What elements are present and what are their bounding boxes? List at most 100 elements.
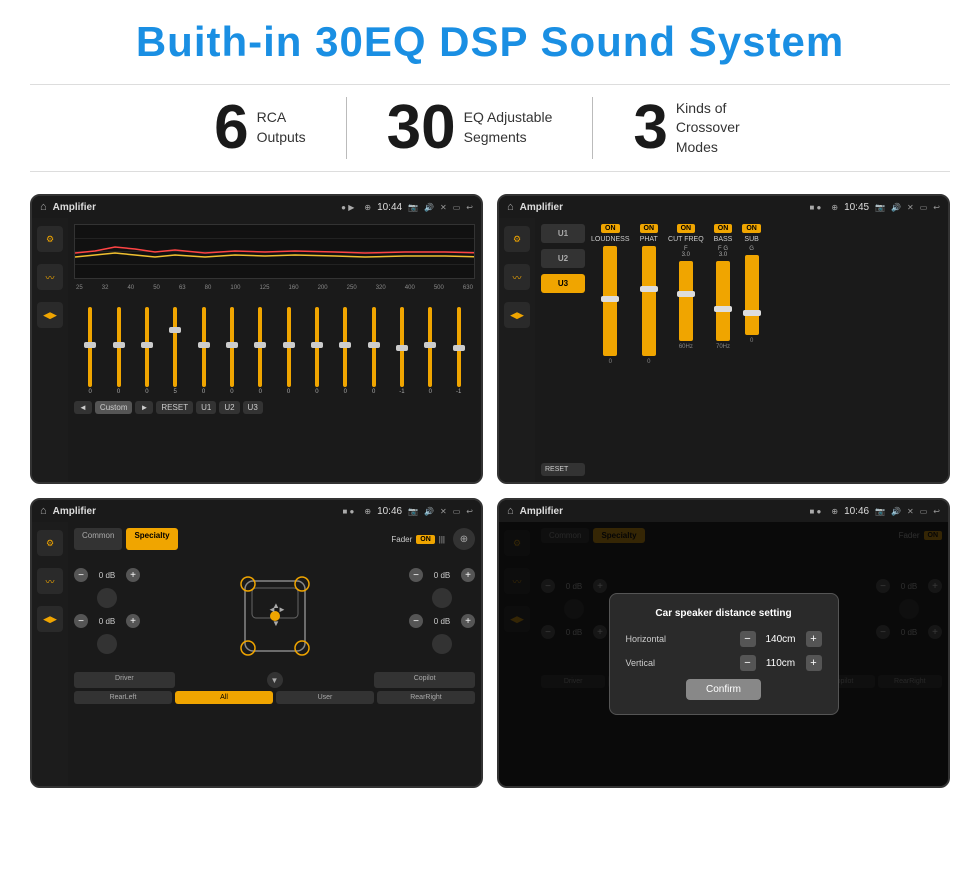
fader-bars-icon: ||| bbox=[439, 535, 445, 544]
plus-btn-2[interactable]: + bbox=[126, 614, 140, 628]
arrow-down-center: ▼ bbox=[178, 672, 372, 688]
fader-main-area: Common Specialty Fader ON ||| ⊕ bbox=[68, 522, 481, 786]
screen1-content: ⚙ 〰 ◀▶ bbox=[32, 218, 481, 482]
crossover-main-area: U1 U2 U3 RESET ON LOUDNESS bbox=[535, 218, 948, 482]
slider-8[interactable]: 0 bbox=[281, 307, 297, 395]
cv-bass-on[interactable]: ON bbox=[714, 224, 733, 233]
vol-icon-2: 🔊 bbox=[891, 203, 901, 212]
btn-driver[interactable]: Driver bbox=[74, 672, 175, 688]
slider-5[interactable]: 0 bbox=[196, 307, 212, 395]
btn-rearright[interactable]: RearRight bbox=[377, 691, 475, 704]
reset-btn-cv[interactable]: RESET bbox=[541, 413, 585, 476]
prev-btn[interactable]: ◄ bbox=[74, 401, 92, 414]
cv-bass-slider[interactable] bbox=[716, 261, 730, 341]
minus-btn-1[interactable]: − bbox=[74, 568, 88, 582]
cv-loudness-val: 0 bbox=[609, 359, 612, 365]
cv-phat-on[interactable]: ON bbox=[640, 224, 659, 233]
slider-10[interactable]: 0 bbox=[337, 307, 353, 395]
speaker-icon-right-1 bbox=[432, 588, 452, 608]
screens-grid: ⌂ Amplifier ● ▶ ⊕ 10:44 📷 🔊 ✕ ▭ ↩ ⚙ 〰 ◀▶ bbox=[30, 194, 950, 788]
horizontal-minus[interactable]: − bbox=[740, 631, 756, 647]
horizontal-plus[interactable]: + bbox=[806, 631, 822, 647]
sidebar-eq-btn-3[interactable]: ⚙ bbox=[37, 530, 63, 556]
fader-label: Fader bbox=[391, 535, 412, 544]
slider-7[interactable]: 0 bbox=[252, 307, 268, 395]
main-title: Buith-in 30EQ DSP Sound System bbox=[30, 18, 950, 66]
home-icon-3: ⌂ bbox=[40, 505, 47, 517]
cv-sub: ON SUB G 0 bbox=[742, 224, 761, 476]
plus-btn-3[interactable]: + bbox=[461, 568, 475, 582]
cv-phat-slider[interactable] bbox=[642, 246, 656, 356]
stat-number-6: 6 bbox=[214, 97, 248, 159]
vertical-minus[interactable]: − bbox=[740, 655, 756, 671]
btn-rearleft[interactable]: RearLeft bbox=[74, 691, 172, 704]
btn-copilot[interactable]: Copilot bbox=[374, 672, 475, 688]
minus-btn-4[interactable]: − bbox=[409, 614, 423, 628]
plus-btn-4[interactable]: + bbox=[461, 614, 475, 628]
sidebar-wave-btn-3[interactable]: 〰 bbox=[37, 568, 63, 594]
plus-btn-1[interactable]: + bbox=[126, 568, 140, 582]
btn-all[interactable]: All bbox=[175, 691, 273, 704]
slider-4[interactable]: 5 bbox=[167, 307, 183, 395]
batt-icon-2: ▭ bbox=[920, 203, 928, 212]
reset-btn-1[interactable]: RESET bbox=[156, 401, 193, 414]
play-btn[interactable]: ► bbox=[135, 401, 153, 414]
db-row-2: − 0 dB + bbox=[74, 614, 140, 628]
slider-14[interactable]: -1 bbox=[451, 307, 467, 395]
freq-labels: 2532405063 80100125160200 25032040050063… bbox=[74, 285, 475, 291]
svg-text:▲: ▲ bbox=[272, 601, 280, 610]
svg-text:▼: ▼ bbox=[272, 619, 280, 628]
sidebar-vol-btn-3[interactable]: ◀▶ bbox=[37, 606, 63, 632]
eq-curve-svg bbox=[75, 225, 474, 278]
stat-number-3: 3 bbox=[633, 97, 667, 159]
slider-12[interactable]: -1 bbox=[394, 307, 410, 395]
slider-6[interactable]: 0 bbox=[224, 307, 240, 395]
db-val-3: 0 dB bbox=[427, 571, 457, 580]
fader-body: − 0 dB + − 0 dB + bbox=[74, 556, 475, 666]
confirm-button[interactable]: Confirm bbox=[686, 679, 761, 700]
minus-btn-2[interactable]: − bbox=[74, 614, 88, 628]
sidebar-wave-btn[interactable]: 〰 bbox=[37, 264, 63, 290]
u1-btn-1[interactable]: U1 bbox=[196, 401, 216, 414]
cv-phat: ON PHAT 0 bbox=[640, 224, 659, 476]
slider-2[interactable]: 0 bbox=[111, 307, 127, 395]
preset-u3[interactable]: U3 bbox=[541, 274, 585, 293]
cv-phat-val: 0 bbox=[647, 359, 650, 365]
vertical-plus[interactable]: + bbox=[806, 655, 822, 671]
db-row-4: − 0 dB + bbox=[409, 614, 475, 628]
cv-sub-slider[interactable] bbox=[745, 255, 759, 335]
preset-u1[interactable]: U1 bbox=[541, 224, 585, 243]
sidebar-vol-btn[interactable]: ◀▶ bbox=[37, 302, 63, 328]
slider-11[interactable]: 0 bbox=[366, 307, 382, 395]
sidebar-wave-btn-2[interactable]: 〰 bbox=[504, 264, 530, 290]
slider-3[interactable]: 0 bbox=[139, 307, 155, 395]
minus-btn-3[interactable]: − bbox=[409, 568, 423, 582]
custom-btn[interactable]: Custom bbox=[95, 401, 133, 414]
cv-loudness-on[interactable]: ON bbox=[601, 224, 620, 233]
cv-cutfreq-slider[interactable] bbox=[679, 261, 693, 341]
sidebar-vol-btn-2[interactable]: ◀▶ bbox=[504, 302, 530, 328]
vol-icon-4: 🔊 bbox=[891, 507, 901, 516]
tab-specialty-3[interactable]: Specialty bbox=[126, 528, 177, 550]
sidebar-eq-btn-2[interactable]: ⚙ bbox=[504, 226, 530, 252]
cv-cutfreq-on[interactable]: ON bbox=[677, 224, 696, 233]
sidebar-eq-btn[interactable]: ⚙ bbox=[37, 226, 63, 252]
slider-9[interactable]: 0 bbox=[309, 307, 325, 395]
tab-common-3[interactable]: Common bbox=[74, 528, 122, 550]
dialog-horizontal-row: Horizontal − 140cm + bbox=[626, 631, 822, 647]
cv-loudness-slider[interactable] bbox=[603, 246, 617, 356]
settings-icon-3[interactable]: ⊕ bbox=[453, 528, 475, 550]
db-row-1: − 0 dB + bbox=[74, 568, 140, 582]
x-icon-1: ✕ bbox=[440, 203, 447, 212]
slider-track-1[interactable] bbox=[88, 307, 92, 387]
cv-sub-on[interactable]: ON bbox=[742, 224, 761, 233]
app-name-3: Amplifier bbox=[53, 506, 337, 517]
btn-user-3[interactable]: User bbox=[276, 691, 374, 704]
u3-btn-1[interactable]: U3 bbox=[243, 401, 263, 414]
slider-13[interactable]: 0 bbox=[422, 307, 438, 395]
fader-on-badge[interactable]: ON bbox=[416, 535, 435, 544]
slider-1[interactable]: 0 bbox=[82, 307, 98, 395]
u2-btn-1[interactable]: U2 bbox=[219, 401, 239, 414]
preset-u2[interactable]: U2 bbox=[541, 249, 585, 268]
statusbar-1: ⌂ Amplifier ● ▶ ⊕ 10:44 📷 🔊 ✕ ▭ ↩ bbox=[32, 196, 481, 218]
